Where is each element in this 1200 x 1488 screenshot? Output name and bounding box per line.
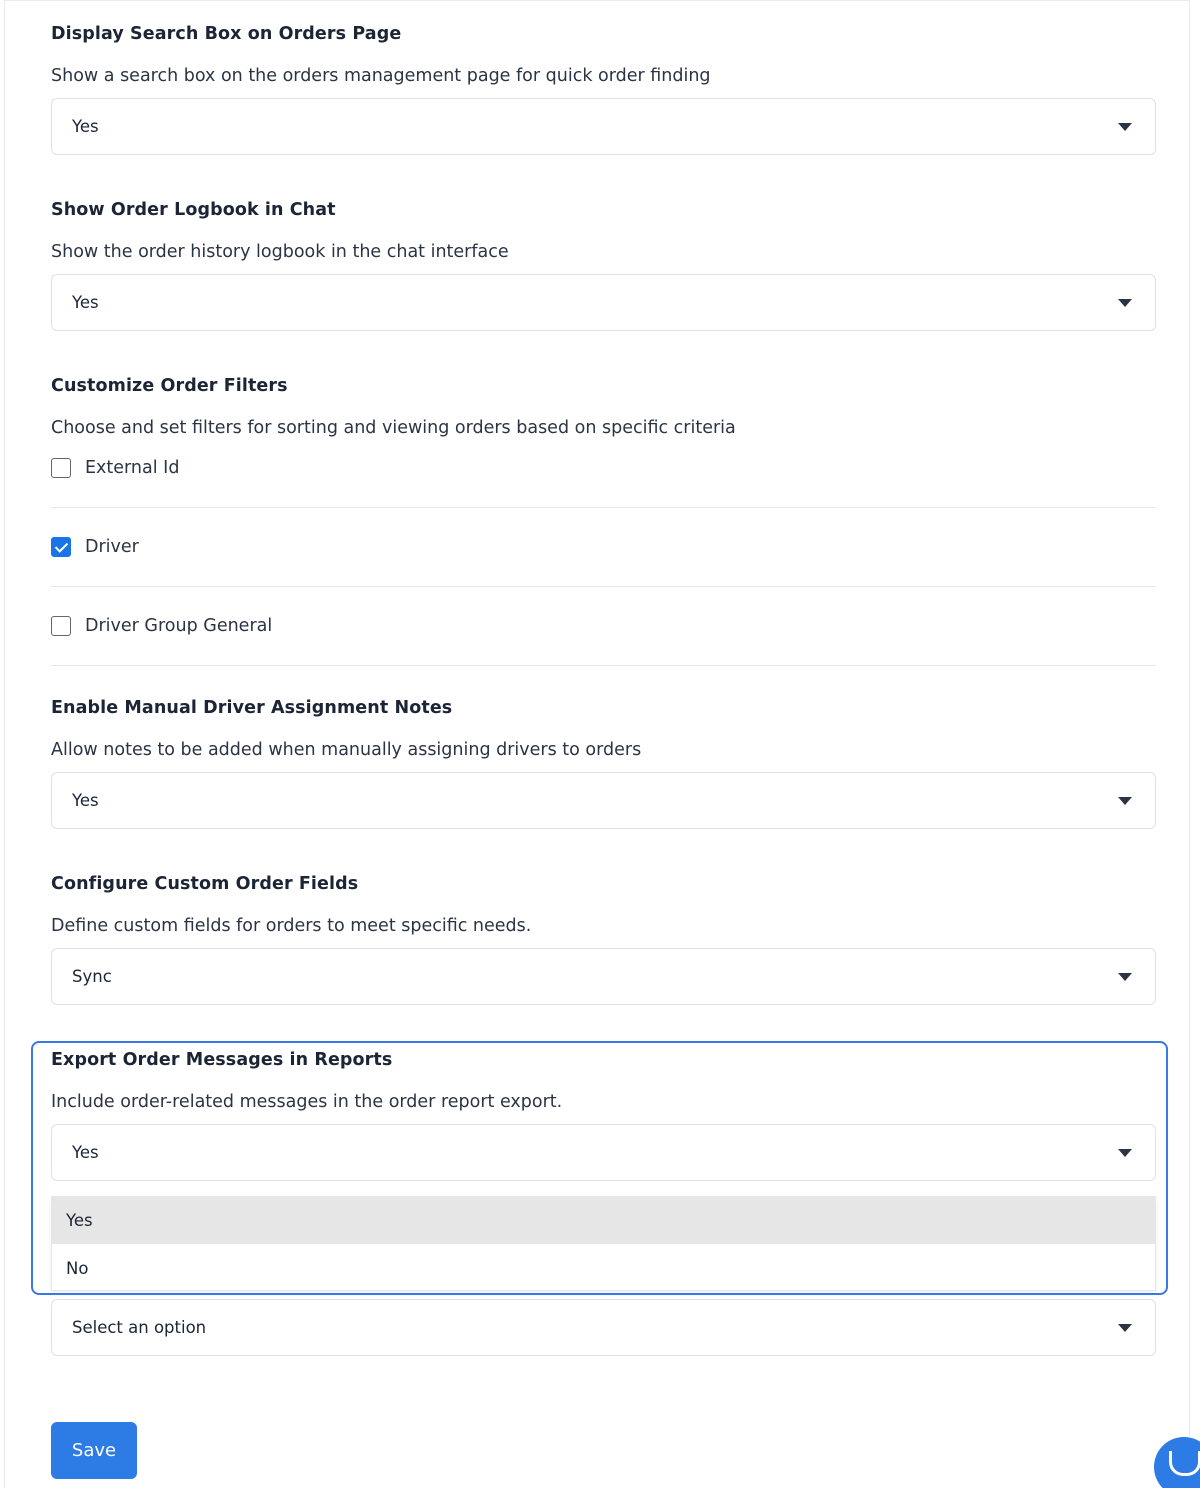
settings-page: Display Search Box on Orders Page Show a… <box>0 0 1200 1488</box>
select-value: Yes <box>72 791 99 810</box>
filter-external-id[interactable]: External Id <box>51 458 179 478</box>
manual-notes-title: Enable Manual Driver Assignment Notes <box>51 698 453 718</box>
caret-down-icon <box>1118 1324 1132 1332</box>
custom-fields-title: Configure Custom Order Fields <box>51 874 359 894</box>
export-messages-title: Export Order Messages in Reports <box>51 1050 393 1070</box>
setting-title-search-box: Display Search Box on Orders Page <box>51 24 402 44</box>
export-messages-desc: Include order-related messages in the or… <box>51 1092 563 1112</box>
custom-fields-select[interactable]: Sync <box>51 948 1156 1005</box>
caret-down-icon <box>1118 797 1132 805</box>
filter-driver[interactable]: Driver <box>51 537 139 557</box>
save-button[interactable]: Save <box>51 1422 137 1479</box>
setting-desc-search-box: Show a search box on the orders manageme… <box>51 66 711 86</box>
select-value: Yes <box>72 1143 99 1162</box>
filters-title: Customize Order Filters <box>51 376 288 396</box>
divider <box>51 665 1156 666</box>
checkbox-driver-group-general[interactable] <box>51 616 71 636</box>
logbook-select[interactable]: Yes <box>51 274 1156 331</box>
checkbox-external-id[interactable] <box>51 458 71 478</box>
filter-driver-group-general[interactable]: Driver Group General <box>51 616 272 636</box>
export-messages-select[interactable]: Yes <box>51 1124 1156 1181</box>
filter-label: Driver <box>85 537 139 557</box>
caret-down-icon <box>1118 973 1132 981</box>
search-box-select[interactable]: Yes <box>51 98 1156 155</box>
manual-notes-desc: Allow notes to be added when manually as… <box>51 740 642 760</box>
select-placeholder: Select an option <box>72 1318 207 1337</box>
filter-label: External Id <box>85 458 180 478</box>
setting-desc-logbook: Show the order history logbook in the ch… <box>51 242 509 262</box>
filter-label: Driver Group General <box>85 616 273 636</box>
next-option-select[interactable]: Select an option <box>51 1299 1156 1356</box>
select-value: Sync <box>72 967 112 986</box>
filters-desc: Choose and set filters for sorting and v… <box>51 418 736 438</box>
caret-down-icon <box>1118 299 1132 307</box>
custom-fields-desc: Define custom fields for orders to meet … <box>51 916 532 936</box>
dropdown-option-yes[interactable]: Yes <box>52 1196 1155 1244</box>
dropdown-option-no[interactable]: No <box>52 1244 1155 1292</box>
caret-down-icon <box>1118 1149 1132 1157</box>
select-value: Yes <box>72 293 99 312</box>
chat-launcher-icon[interactable] <box>1154 1437 1200 1488</box>
checkbox-driver[interactable] <box>51 537 71 557</box>
divider <box>51 586 1156 587</box>
setting-title-logbook: Show Order Logbook in Chat <box>51 200 336 220</box>
caret-down-icon <box>1118 123 1132 131</box>
divider <box>51 507 1156 508</box>
manual-notes-select[interactable]: Yes <box>51 772 1156 829</box>
select-value: Yes <box>72 117 99 136</box>
export-messages-dropdown: Yes No <box>51 1196 1156 1291</box>
